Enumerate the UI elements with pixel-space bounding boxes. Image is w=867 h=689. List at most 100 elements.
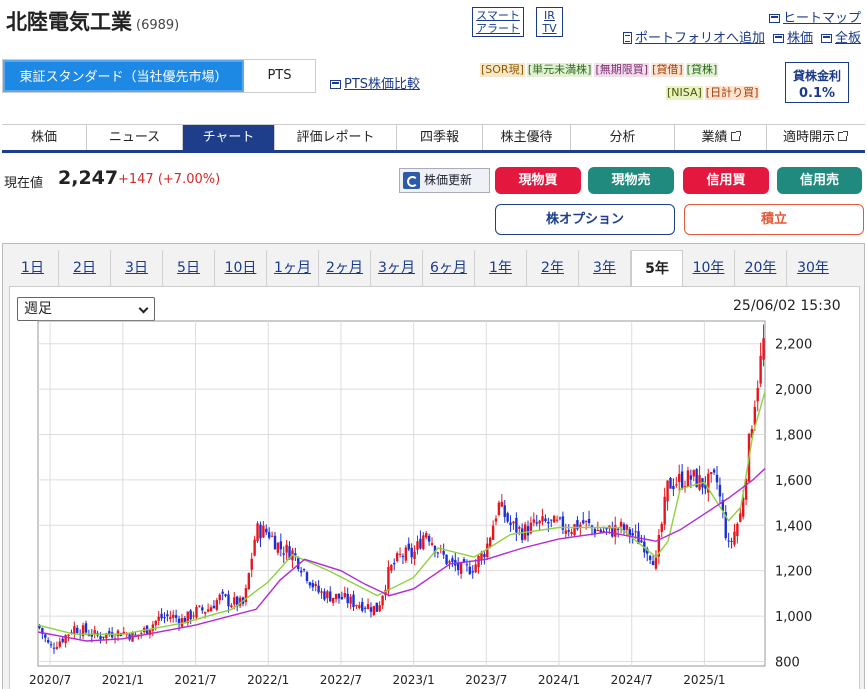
y-tick-label: 1,000 — [775, 610, 812, 625]
y-tick-label: 800 — [775, 655, 800, 670]
candle-body — [518, 527, 521, 529]
candle-body — [140, 632, 143, 634]
candle-body — [614, 525, 617, 537]
candle-body — [602, 530, 605, 532]
candle-body — [393, 562, 396, 565]
candle-body — [363, 607, 367, 609]
candle-body — [669, 477, 672, 489]
candle-body — [154, 620, 157, 625]
candle-body — [401, 555, 405, 557]
candle-body — [195, 607, 198, 618]
candle-body — [756, 388, 759, 402]
candle-body — [49, 644, 53, 646]
candle-body — [416, 541, 419, 550]
candle-body — [445, 554, 448, 565]
candle-body — [689, 475, 693, 480]
candle-body — [273, 535, 277, 550]
candle-body — [718, 484, 722, 497]
candle-body — [491, 525, 495, 540]
candle-body — [570, 532, 573, 534]
candle-body — [515, 517, 518, 533]
candle-body — [506, 513, 509, 522]
x-tick-label: 2024/1 — [538, 673, 580, 687]
candle-body — [55, 647, 59, 649]
candle-body — [564, 530, 568, 534]
candle-body — [500, 501, 504, 507]
candle-body — [448, 561, 451, 563]
candle-body — [305, 572, 309, 582]
candle-body — [422, 535, 425, 550]
candle-body — [218, 594, 221, 601]
candle-body — [587, 518, 591, 524]
candle-body — [567, 530, 570, 532]
x-tick-label: 2022/7 — [320, 673, 362, 687]
candle-body — [285, 544, 288, 553]
candle-body — [334, 593, 338, 600]
candle-body — [619, 521, 623, 527]
candle-body — [710, 472, 713, 475]
candle-body — [230, 605, 233, 608]
candle-body — [102, 636, 105, 638]
candle-body — [279, 541, 283, 550]
candle-body — [276, 542, 280, 553]
candle-body — [538, 520, 541, 524]
candle-body — [651, 561, 655, 566]
candle-body — [337, 593, 341, 599]
candle-body — [550, 519, 553, 521]
candle-body — [497, 502, 501, 515]
candle-body — [215, 600, 219, 610]
candle-body — [526, 526, 530, 536]
y-tick-label: 1,600 — [775, 474, 812, 489]
candle-body — [552, 515, 556, 523]
candle-body — [233, 597, 236, 605]
y-tick-label: 1,800 — [775, 428, 812, 443]
candle-body — [730, 540, 733, 542]
x-tick-label: 2021/1 — [102, 673, 144, 687]
candle-body — [558, 517, 562, 519]
candle-body — [762, 338, 765, 360]
candle-body — [46, 640, 50, 643]
candle-body — [596, 530, 599, 532]
candle-body — [355, 605, 358, 607]
candle-body — [361, 602, 364, 611]
candle-body — [198, 605, 201, 607]
candle-body — [404, 547, 408, 561]
candle-body — [247, 573, 251, 590]
candle-body — [256, 523, 259, 542]
candle-body — [520, 528, 524, 541]
x-tick-label: 2025/1 — [683, 673, 725, 687]
candle-body — [390, 564, 393, 571]
candle-body — [282, 553, 285, 555]
candle-body — [648, 555, 652, 560]
candle-body — [204, 611, 207, 614]
candle-body — [733, 531, 736, 545]
candle-body — [331, 597, 335, 603]
candle-body — [73, 626, 76, 634]
candle-body — [395, 553, 399, 562]
candle-body — [227, 594, 230, 607]
candle-body — [457, 562, 460, 571]
moving-average-short-line — [37, 391, 766, 635]
candle-body — [573, 524, 576, 536]
candle-body — [340, 596, 344, 600]
candle-body — [265, 528, 268, 533]
candle-body — [224, 594, 227, 596]
candle-body — [378, 605, 381, 612]
candle-body — [372, 605, 376, 615]
candle-body — [209, 607, 213, 612]
candle-body — [634, 531, 637, 533]
candle-body — [326, 591, 329, 599]
candle-body — [358, 605, 361, 608]
candle-body — [512, 521, 515, 524]
candle-body — [58, 641, 62, 647]
candle-body — [532, 519, 536, 523]
y-tick-label: 2,200 — [775, 338, 812, 353]
candle-body — [387, 566, 390, 592]
candle-body — [134, 634, 137, 636]
candle-body — [727, 540, 730, 542]
candle-body — [544, 518, 547, 522]
candle-body — [666, 480, 669, 502]
plot-frame — [37, 320, 766, 667]
candle-body — [680, 471, 684, 488]
candle-body — [474, 564, 477, 573]
